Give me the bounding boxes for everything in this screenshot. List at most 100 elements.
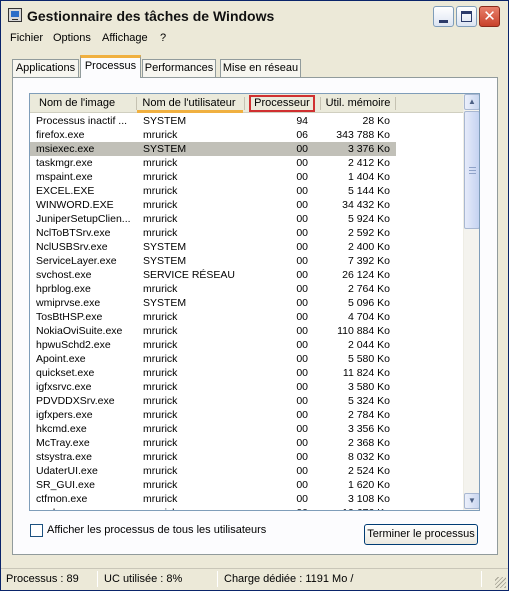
process-user: mrurick bbox=[143, 423, 178, 435]
end-process-button[interactable]: Terminer le processus bbox=[364, 524, 478, 545]
menu-fichier[interactable]: Fichier bbox=[10, 32, 43, 44]
process-row[interactable]: stsystra.exe mrurick 00 8 032 Ko bbox=[30, 450, 463, 464]
process-row[interactable]: NclToBTSrv.exe mrurick 00 2 592 Ko bbox=[30, 226, 463, 240]
show-all-users-checkbox[interactable] bbox=[30, 524, 43, 537]
process-row[interactable]: NclUSBSrv.exe SYSTEM 00 2 400 Ko bbox=[30, 240, 463, 254]
close-icon: ✕ bbox=[483, 7, 496, 25]
minimize-button[interactable] bbox=[433, 6, 454, 27]
menu-help[interactable]: ? bbox=[160, 32, 166, 44]
process-row[interactable]: UdaterUI.exe mrurick 00 2 524 Ko bbox=[30, 464, 463, 478]
process-cpu: 00 bbox=[296, 409, 308, 421]
vertical-scrollbar[interactable]: ▲ ▼ bbox=[463, 94, 479, 510]
process-cpu: 00 bbox=[296, 493, 308, 505]
process-rows: Processus inactif ... SYSTEM 94 28 Ko firefo… bbox=[30, 114, 463, 510]
process-cpu: 00 bbox=[296, 381, 308, 393]
process-row[interactable]: igfxsrvc.exe mrurick 00 3 580 Ko bbox=[30, 380, 463, 394]
title-bar[interactable]: Gestionnaire des tâches de Windows ✕ bbox=[1, 1, 508, 31]
tab-applications[interactable]: Applications bbox=[12, 59, 79, 77]
process-row[interactable]: EXCEL.EXE mrurick 00 5 144 Ko bbox=[30, 184, 463, 198]
process-row[interactable]: igfxpers.exe mrurick 00 2 784 Ko bbox=[30, 408, 463, 422]
process-row[interactable]: Processus inactif ... SYSTEM 94 28 Ko bbox=[30, 114, 463, 128]
task-manager-window: Gestionnaire des tâches de Windows ✕ Fic… bbox=[0, 0, 509, 591]
process-cpu: 00 bbox=[296, 213, 308, 225]
process-memory: 2 764 Ko bbox=[347, 283, 390, 295]
column-header-cpu[interactable]: Processeur bbox=[249, 95, 315, 112]
process-row[interactable]: McTray.exe mrurick 00 2 368 Ko bbox=[30, 436, 463, 450]
process-row[interactable]: hprblog.exe mrurick 00 2 764 Ko bbox=[30, 282, 463, 296]
process-memory: 1 404 Ko bbox=[347, 171, 390, 183]
process-memory: 5 924 Ko bbox=[347, 213, 390, 225]
process-user: mrurick bbox=[143, 479, 178, 491]
process-list[interactable]: Nom de l'image Nom de l'utilisateur Proc… bbox=[29, 93, 480, 511]
process-row[interactable]: msiexec.exe SYSTEM 00 3 376 Ko bbox=[30, 142, 396, 156]
process-row[interactable]: Apoint.exe mrurick 00 5 580 Ko bbox=[30, 352, 463, 366]
process-row[interactable]: SR_GUI.exe mrurick 00 1 620 Ko bbox=[30, 478, 463, 492]
tab-mise-en-reseau[interactable]: Mise en réseau bbox=[220, 59, 301, 77]
column-divider[interactable] bbox=[244, 97, 245, 110]
process-image-name: NokiaOviSuite.exe bbox=[36, 325, 123, 337]
process-user: mrurick bbox=[143, 493, 178, 505]
show-all-users-label[interactable]: Afficher les processus de tous les utili… bbox=[47, 524, 266, 536]
process-memory: 110 884 Ko bbox=[337, 325, 390, 337]
column-divider[interactable] bbox=[136, 97, 137, 110]
menu-options[interactable]: Options bbox=[53, 32, 91, 44]
process-cpu: 00 bbox=[296, 311, 308, 323]
process-row[interactable]: quickset.exe mrurick 00 11 824 Ko bbox=[30, 366, 463, 380]
process-memory: 5 580 Ko bbox=[347, 353, 390, 365]
process-user: mrurick bbox=[143, 185, 178, 197]
process-row[interactable]: explorer.exe mrurick 00 10 676 Ko bbox=[30, 506, 463, 510]
process-memory: 11 824 Ko bbox=[342, 367, 390, 379]
process-row[interactable]: taskmgr.exe mrurick 00 2 412 Ko bbox=[30, 156, 463, 170]
scroll-down-button[interactable]: ▼ bbox=[464, 493, 479, 509]
tab-performances[interactable]: Performances bbox=[142, 59, 216, 77]
process-user: mrurick bbox=[143, 339, 178, 351]
process-image-name: TosBtHSP.exe bbox=[36, 311, 103, 323]
process-cpu: 00 bbox=[296, 241, 308, 253]
process-row[interactable]: svchost.exe SERVICE RÉSEAU 00 26 124 Ko bbox=[30, 268, 463, 282]
process-row[interactable]: NokiaOviSuite.exe mrurick 00 110 884 Ko bbox=[30, 324, 463, 338]
process-user: mrurick bbox=[143, 157, 178, 169]
process-image-name: Apoint.exe bbox=[36, 353, 86, 365]
process-row[interactable]: WINWORD.EXE mrurick 00 34 432 Ko bbox=[30, 198, 463, 212]
process-row[interactable]: TosBtHSP.exe mrurick 00 4 704 Ko bbox=[30, 310, 463, 324]
menu-affichage[interactable]: Affichage bbox=[102, 32, 148, 44]
process-row[interactable]: wmiprvse.exe SYSTEM 00 5 096 Ko bbox=[30, 296, 463, 310]
process-memory: 2 524 Ko bbox=[347, 465, 390, 477]
process-row[interactable]: JuniperSetupClien... mrurick 00 5 924 Ko bbox=[30, 212, 463, 226]
close-button[interactable]: ✕ bbox=[479, 6, 500, 27]
process-image-name: NclUSBSrv.exe bbox=[36, 241, 108, 253]
process-image-name: igfxsrvc.exe bbox=[36, 381, 92, 393]
resize-grip-icon[interactable] bbox=[495, 577, 506, 588]
column-divider[interactable] bbox=[320, 97, 321, 110]
process-row[interactable]: firefox.exe mrurick 06 343 788 Ko bbox=[30, 128, 463, 142]
scroll-thumb[interactable] bbox=[464, 111, 479, 229]
process-memory: 2 044 Ko bbox=[347, 339, 390, 351]
process-row[interactable]: ServiceLayer.exe SYSTEM 00 7 392 Ko bbox=[30, 254, 463, 268]
process-memory: 5 096 Ko bbox=[347, 297, 390, 309]
process-row[interactable]: PDVDDXSrv.exe mrurick 00 5 324 Ko bbox=[30, 394, 463, 408]
process-memory: 3 356 Ko bbox=[347, 423, 390, 435]
process-image-name: firefox.exe bbox=[36, 129, 85, 141]
process-cpu: 00 bbox=[296, 227, 308, 239]
column-header-memory[interactable]: Util. mémoire bbox=[323, 94, 393, 112]
status-process-count: Processus : 89 bbox=[6, 573, 79, 585]
process-image-name: EXCEL.EXE bbox=[36, 185, 95, 197]
window-title: Gestionnaire des tâches de Windows bbox=[27, 8, 275, 24]
column-header-image[interactable]: Nom de l'image bbox=[39, 94, 115, 112]
process-row[interactable]: mspaint.exe mrurick 00 1 404 Ko bbox=[30, 170, 463, 184]
process-user: mrurick bbox=[143, 451, 178, 463]
process-row[interactable]: hkcmd.exe mrurick 00 3 356 Ko bbox=[30, 422, 463, 436]
minimize-icon bbox=[439, 20, 448, 23]
menu-bar: Fichier Options Affichage ? bbox=[1, 31, 508, 49]
tab-processus[interactable]: Processus bbox=[80, 55, 141, 78]
process-row[interactable]: hpwuSchd2.exe mrurick 00 2 044 Ko bbox=[30, 338, 463, 352]
process-row[interactable]: ctfmon.exe mrurick 00 3 108 Ko bbox=[30, 492, 463, 506]
process-memory: 2 784 Ko bbox=[347, 409, 390, 421]
column-divider[interactable] bbox=[395, 97, 396, 110]
process-user: SYSTEM bbox=[143, 297, 187, 309]
process-memory: 3 580 Ko bbox=[347, 381, 390, 393]
maximize-button[interactable] bbox=[456, 6, 477, 27]
process-user: mrurick bbox=[143, 311, 178, 323]
process-memory: 2 400 Ko bbox=[347, 241, 390, 253]
scroll-up-button[interactable]: ▲ bbox=[464, 94, 479, 110]
